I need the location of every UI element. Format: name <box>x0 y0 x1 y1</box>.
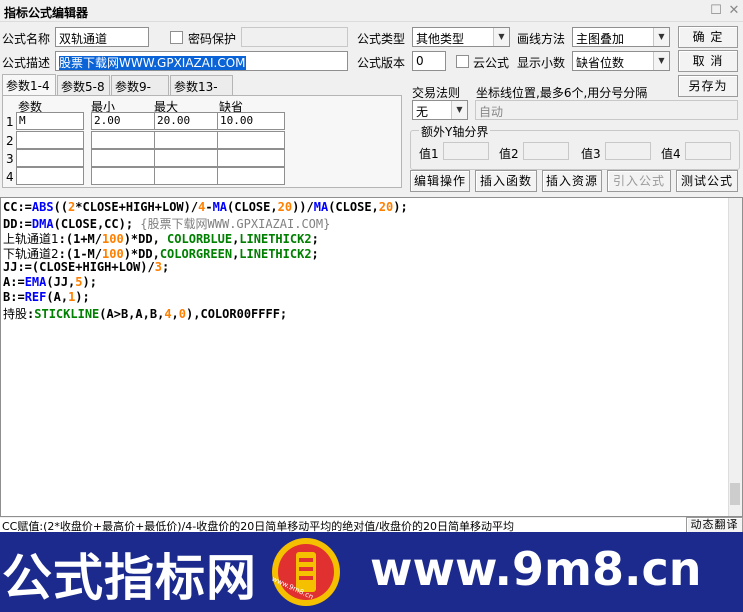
tab-params-5-8[interactable]: 参数5-8 <box>57 75 110 95</box>
tab-params-9-12[interactable]: 参数9-12 <box>111 75 169 109</box>
param-row-index: 2 <box>6 134 14 148</box>
code-line: B:=REF(A,1); <box>3 290 90 304</box>
chevron-down-icon: ▼ <box>493 28 509 46</box>
param-row-index: 3 <box>6 152 14 166</box>
formula-desc-input[interactable]: 股票下载网WWW.GPXIAZAI.COM <box>55 51 348 71</box>
formula-name-label: 公式名称 <box>2 32 51 46</box>
scrollbar-thumb[interactable] <box>730 483 740 505</box>
value4-label: 值4 <box>661 147 681 161</box>
value1-input[interactable] <box>443 142 489 160</box>
formula-name-input[interactable]: 双轨通道 <box>55 27 149 47</box>
draw-method-label: 画线方法 <box>517 32 566 46</box>
draw-method-value: 主图叠加 <box>576 32 625 46</box>
banner-left-text: 公式指标网 <box>2 549 257 607</box>
param-min-cell[interactable]: 2.00 <box>91 112 159 130</box>
edit-operation-button[interactable]: 编辑操作 <box>410 170 470 192</box>
value3-label: 值3 <box>581 147 601 161</box>
param-name-cell[interactable] <box>16 167 84 185</box>
code-line: A:=EMA(JJ,5); <box>3 275 97 289</box>
param-row-index: 1 <box>6 115 14 129</box>
cancel-button[interactable]: 取 消 <box>678 50 738 72</box>
param-default-cell[interactable]: 10.00 <box>217 112 285 130</box>
maximize-icon[interactable]: ☐ <box>708 3 724 19</box>
insert-function-button[interactable]: 插入函数 <box>475 170 537 192</box>
translation-status: CC赋值:(2*收盘价+最高价+最低价)/4-收盘价的20日简单移动平均的绝对值… <box>0 518 686 532</box>
param-default-cell[interactable] <box>217 131 285 149</box>
param-row-index: 4 <box>6 170 14 184</box>
formula-type-label: 公式类型 <box>357 32 406 46</box>
decimal-value: 缺省位数 <box>576 56 625 70</box>
formula-editor-window: 指标公式编辑器 ☐ ✕ 公式名称 双轨通道 密码保护 公式类型 其他类型 ▼ 画… <box>0 0 743 612</box>
ok-button[interactable]: 确 定 <box>678 26 738 48</box>
close-icon[interactable]: ✕ <box>726 3 742 19</box>
insert-resource-button[interactable]: 插入资源 <box>542 170 602 192</box>
param-max-cell[interactable] <box>154 167 222 185</box>
formula-code-editor[interactable]: CC:=ABS((2*CLOSE+HIGH+LOW)/4-MA(CLOSE,20… <box>0 197 743 517</box>
dynamic-translate-button[interactable]: 动态翻译 <box>686 517 743 533</box>
password-label: 密码保护 <box>188 32 237 46</box>
formula-version-input[interactable]: 0 <box>412 51 446 71</box>
watermark-banner: 公式指标网 www.9m8.cn www.9m8.cn <box>0 532 743 612</box>
trade-rule-value: 无 <box>416 105 429 119</box>
chevron-down-icon: ▼ <box>451 101 467 119</box>
formula-type-value: 其他类型 <box>416 32 465 46</box>
param-name-cell[interactable] <box>16 149 84 167</box>
save-as-button[interactable]: 另存为 <box>678 75 738 97</box>
code-line: 持股:STICKLINE(A>B,A,B,4,0),COLOR00FFFF; <box>3 307 288 321</box>
window-title: 指标公式编辑器 <box>4 6 89 20</box>
cloud-formula-checkbox[interactable] <box>456 55 469 68</box>
param-default-cell[interactable] <box>217 167 285 185</box>
cloud-formula-label: 云公式 <box>473 56 510 70</box>
formula-desc-value: 股票下载网WWW.GPXIAZAI.COM <box>59 56 246 70</box>
draw-method-select[interactable]: 主图叠加 ▼ <box>572 27 670 47</box>
code-line: JJ:=(CLOSE+HIGH+LOW)/3; <box>3 260 170 274</box>
extra-y-axis-label: 额外Y轴分界 <box>419 123 491 140</box>
coord-line-label: 坐标线位置,最多6个,用分号分隔 <box>476 86 648 100</box>
title-bar: 指标公式编辑器 ☐ ✕ <box>0 0 743 22</box>
param-min-cell[interactable] <box>91 149 159 167</box>
param-min-cell[interactable] <box>91 167 159 185</box>
formula-desc-label: 公式描述 <box>2 56 51 70</box>
value2-input[interactable] <box>523 142 569 160</box>
trade-rule-select[interactable]: 无 ▼ <box>412 100 468 120</box>
param-min-cell[interactable] <box>91 131 159 149</box>
param-max-cell[interactable] <box>154 131 222 149</box>
param-default-cell[interactable] <box>217 149 285 167</box>
chevron-down-icon: ▼ <box>653 52 669 70</box>
value4-input[interactable] <box>685 142 731 160</box>
param-max-cell[interactable]: 20.00 <box>154 112 222 130</box>
value3-input[interactable] <box>605 142 651 160</box>
param-panel: 参数 最小 最大 缺省 1 M 2.00 20.00 10.00 2 3 4 <box>2 95 402 188</box>
decimal-label: 显示小数 <box>517 56 566 70</box>
password-input[interactable] <box>241 27 348 47</box>
formula-type-select[interactable]: 其他类型 ▼ <box>412 27 510 47</box>
import-formula-button[interactable]: 引入公式 <box>607 170 671 192</box>
tab-params-13-16[interactable]: 参数13-16 <box>170 75 233 109</box>
value1-label: 值1 <box>419 147 439 161</box>
trade-rule-label: 交易法则 <box>412 86 461 100</box>
param-max-cell[interactable] <box>154 149 222 167</box>
password-checkbox[interactable] <box>170 31 183 44</box>
extra-y-axis-group: 额外Y轴分界 值1 值2 值3 值4 <box>410 123 740 170</box>
value2-label: 值2 <box>499 147 519 161</box>
formula-version-label: 公式版本 <box>357 56 406 70</box>
coord-line-input[interactable]: 自动 <box>475 100 738 120</box>
site-logo: www.9m8.cn <box>268 534 344 610</box>
banner-right-text: www.9m8.cn <box>370 542 702 596</box>
param-name-cell[interactable] <box>16 131 84 149</box>
chevron-down-icon: ▼ <box>653 28 669 46</box>
tab-params-1-4[interactable]: 参数1-4 <box>2 74 56 95</box>
param-name-cell[interactable]: M <box>16 112 84 130</box>
test-formula-button[interactable]: 测试公式 <box>676 170 738 192</box>
code-line: CC:=ABS((2*CLOSE+HIGH+LOW)/4-MA(CLOSE,20… <box>3 200 408 214</box>
editor-scrollbar[interactable] <box>728 198 742 516</box>
decimal-select[interactable]: 缺省位数 ▼ <box>572 51 670 71</box>
